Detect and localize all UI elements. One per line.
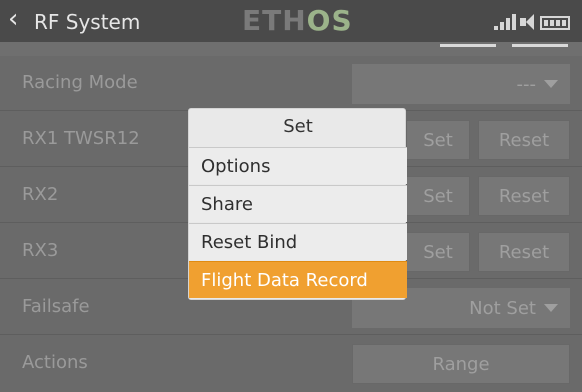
range-button[interactable]: Range [352, 344, 570, 384]
rx2-label: RX2 [22, 184, 59, 205]
rx3-reset-button[interactable]: Reset [478, 232, 570, 272]
row-actions: Actions Range [0, 336, 582, 390]
signal-bars-icon [494, 14, 516, 30]
speaker-icon [520, 14, 536, 30]
rx2-reset-button[interactable]: Reset [478, 176, 570, 216]
rx3-set-button[interactable]: Set [406, 232, 470, 272]
battery-icon [540, 16, 570, 30]
row-racing-mode: Racing Mode --- [0, 56, 582, 111]
actions-label: Actions [22, 352, 88, 373]
ethos-logo: ETHOS [242, 4, 353, 37]
page-title: RF System [34, 10, 141, 34]
set-context-menu: Set Options Share Reset Bind Flight Data… [188, 108, 407, 300]
racing-mode-dropdown[interactable]: --- [352, 64, 570, 104]
menu-item-options[interactable]: Options [189, 147, 407, 184]
top-bar: ‹ RF System ETHOS [0, 0, 582, 42]
menu-item-flight-data-record[interactable]: Flight Data Record [189, 261, 407, 298]
rx3-label: RX3 [22, 240, 59, 261]
menu-item-reset-bind[interactable]: Reset Bind [189, 223, 407, 260]
rx1-label: RX1 TWSR12 [22, 128, 140, 149]
scroll-indicator [512, 44, 568, 47]
failsafe-label: Failsafe [22, 296, 90, 317]
rx2-set-button[interactable]: Set [406, 176, 470, 216]
rx1-set-button[interactable]: Set [406, 120, 470, 160]
racing-mode-label: Racing Mode [22, 72, 138, 93]
menu-item-share[interactable]: Share [189, 185, 407, 222]
scroll-indicator [440, 44, 496, 47]
rx1-reset-button[interactable]: Reset [478, 120, 570, 160]
chevron-down-icon [544, 304, 558, 312]
chevron-left-icon[interactable]: ‹ [8, 6, 26, 32]
menu-title: Set [283, 116, 313, 137]
chevron-down-icon [544, 80, 558, 88]
status-icons [494, 12, 570, 30]
